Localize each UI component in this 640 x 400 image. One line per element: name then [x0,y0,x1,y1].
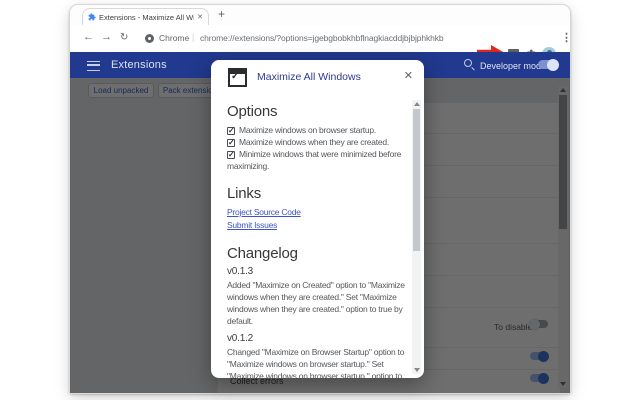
close-icon[interactable]: ✕ [404,69,413,82]
tab-strip: Extensions - Maximize All Windo ✕ + [70,5,570,25]
browser-tab[interactable]: Extensions - Maximize All Windo ✕ [82,8,209,25]
changelog-entry: Changed "Maximize on Browser Startup" op… [227,347,405,378]
scroll-down-icon[interactable] [413,368,420,372]
url-chip-label: Chrome [159,33,190,43]
dialog-title: Maximize All Windows [257,71,361,83]
checkbox-minimize-restored[interactable]: Minimize windows that were minimized bef… [227,148,409,172]
dialog-scrollbar-thumb[interactable] [413,109,420,251]
extension-options-dialog: Maximize All Windows ✕ Options Maximize … [211,60,424,378]
checkbox-checked-icon[interactable] [227,137,235,149]
tab-title: Extensions - Maximize All Windo [99,12,195,22]
scroll-up-icon[interactable] [413,102,420,106]
browser-toolbar: ← → ↻ Chrome | chrome://extensions/?opti… [70,25,572,61]
tab-close-icon[interactable]: ✕ [197,13,203,21]
checkbox-label: Minimize windows that were minimized bef… [227,149,402,171]
page-title: Extensions [111,59,167,71]
changelog-version: v0.1.2 [227,333,254,344]
new-tab-button[interactable]: + [218,7,225,21]
chrome-page-icon [145,34,154,43]
developer-mode-label: Developer mode [480,61,547,71]
checkbox-checked-icon[interactable] [227,125,235,137]
back-icon[interactable]: ← [83,31,94,43]
checkbox-checked-icon[interactable] [227,149,235,161]
developer-mode-toggle[interactable] [538,58,559,71]
changelog-entry: Added "Maximize on Created" option to "M… [227,280,405,326]
checkbox-label: Maximize windows on browser startup. [239,125,376,135]
project-source-code-link[interactable]: Project Source Code [227,206,409,219]
checkbox-label: Maximize windows when they are created. [239,137,389,147]
forward-icon[interactable]: → [101,31,112,43]
options-heading: Options [227,103,278,120]
maximize-all-windows-icon [228,68,247,87]
links-heading: Links [227,185,262,202]
checkbox-maximize-on-startup[interactable]: Maximize windows on browser startup. [227,124,409,137]
checkbox-maximize-on-created[interactable]: Maximize windows when they are created. [227,136,409,149]
address-bar-url[interactable]: chrome://extensions/?options=jgebgbobkhb… [200,33,444,43]
changelog-heading: Changelog [227,245,298,262]
extensions-favicon-icon [88,13,96,21]
reload-icon[interactable]: ↻ [120,32,128,43]
changelog-version: v0.1.3 [227,266,254,277]
submit-issues-link[interactable]: Submit Issues [227,219,409,232]
dialog-scrollbar[interactable] [412,100,421,374]
menu-icon[interactable] [87,61,100,71]
search-icon[interactable] [464,59,472,67]
url-separator: | [192,32,195,42]
dialog-content: Options Maximize windows on browser star… [227,98,409,378]
browser-menu-icon[interactable]: ⋮ [561,31,572,44]
browser-window: Extensions - Maximize All Windo ✕ + ← → … [69,4,572,394]
